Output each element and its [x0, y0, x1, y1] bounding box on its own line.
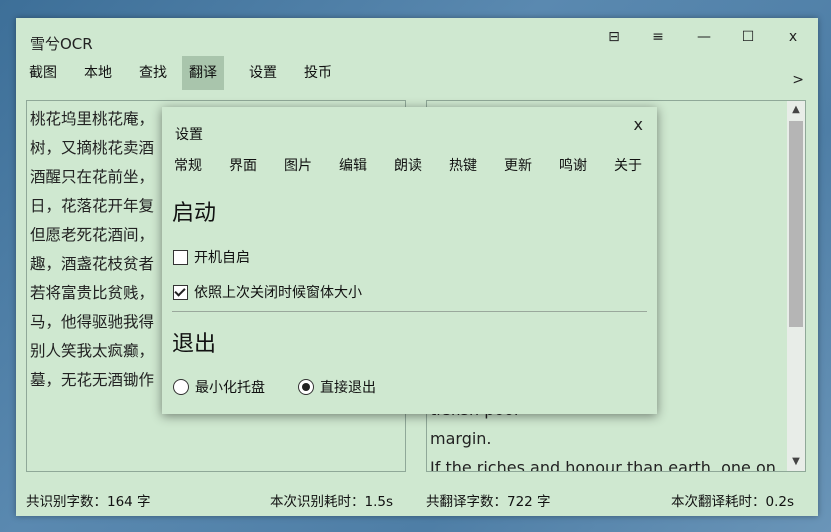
tab-image[interactable]: 图片 — [284, 155, 312, 175]
translation-scrollbar[interactable]: ▲ ▼ — [787, 101, 805, 471]
remember-size-checkbox[interactable] — [173, 284, 188, 300]
quit-directly-label: 直接退出 — [320, 380, 376, 396]
section-divider — [172, 311, 647, 312]
tab-update[interactable]: 更新 — [504, 155, 532, 175]
menu-bar: 截图 本地 查找 翻译 设置 投币 > — [16, 56, 818, 90]
menu-local[interactable]: 本地 — [77, 56, 119, 90]
menu-screenshot[interactable]: 截图 — [22, 56, 64, 90]
menu-icon[interactable]: ≡ — [638, 24, 678, 50]
toolbox-icon[interactable]: ⊟ — [594, 24, 634, 50]
tab-read-aloud[interactable]: 朗读 — [394, 155, 422, 175]
tab-edit[interactable]: 编辑 — [339, 155, 367, 175]
tab-general[interactable]: 常规 — [174, 155, 202, 175]
minimize-button[interactable]: — — [684, 24, 724, 50]
exit-option-minimize[interactable]: 最小化托盘 — [173, 377, 265, 397]
menu-translate[interactable]: 翻译 — [182, 56, 224, 90]
autostart-checkbox[interactable] — [173, 249, 188, 265]
tab-about[interactable]: 关于 — [614, 155, 642, 175]
minimize-to-tray-radio[interactable] — [173, 379, 189, 395]
status-ocr-chars: 共识别字数：164 字 — [26, 494, 151, 510]
status-translate-chars: 共翻译字数：722 字 — [426, 494, 551, 510]
scroll-up-icon[interactable]: ▲ — [787, 101, 805, 119]
status-translate-time: 本次翻译耗时：0.2s — [671, 494, 795, 510]
menu-overflow-icon[interactable]: > — [792, 72, 804, 88]
dialog-title: 设置 — [175, 127, 203, 143]
title-bar: 雪兮OCR ⊟ ≡ — ☐ x — [16, 18, 818, 56]
tab-thanks[interactable]: 鸣谢 — [559, 155, 587, 175]
tab-hotkeys[interactable]: 热键 — [449, 155, 477, 175]
menu-donate[interactable]: 投币 — [297, 56, 339, 90]
tab-interface[interactable]: 界面 — [229, 155, 257, 175]
dialog-close-button[interactable]: x — [634, 115, 643, 134]
autostart-option[interactable]: 开机自启 — [173, 247, 250, 267]
settings-dialog: 设置 x 常规 界面 图片 编辑 朗读 热键 更新 鸣谢 关于 启动 开机自启 … — [162, 107, 657, 414]
exit-heading: 退出 — [172, 332, 217, 357]
remember-size-option[interactable]: 依照上次关闭时候窗体大小 — [173, 282, 362, 302]
menu-settings[interactable]: 设置 — [242, 56, 284, 90]
quit-directly-radio[interactable] — [298, 379, 314, 395]
maximize-button[interactable]: ☐ — [728, 24, 768, 50]
minimize-to-tray-label: 最小化托盘 — [195, 380, 265, 396]
autostart-label: 开机自启 — [194, 250, 250, 266]
window-title: 雪兮OCR — [30, 35, 93, 53]
exit-option-quit[interactable]: 直接退出 — [298, 377, 376, 397]
menu-find[interactable]: 查找 — [132, 56, 174, 90]
startup-heading: 启动 — [172, 201, 217, 226]
status-ocr-time: 本次识别耗时：1.5s — [270, 494, 394, 510]
remember-size-label: 依照上次关闭时候窗体大小 — [194, 285, 362, 301]
status-bar: 共识别字数：164 字 本次识别耗时：1.5s 共翻译字数：722 字 本次翻译… — [16, 484, 818, 514]
scrollbar-thumb[interactable] — [789, 121, 803, 327]
scroll-down-icon[interactable]: ▼ — [787, 453, 805, 471]
close-button[interactable]: x — [773, 24, 813, 50]
